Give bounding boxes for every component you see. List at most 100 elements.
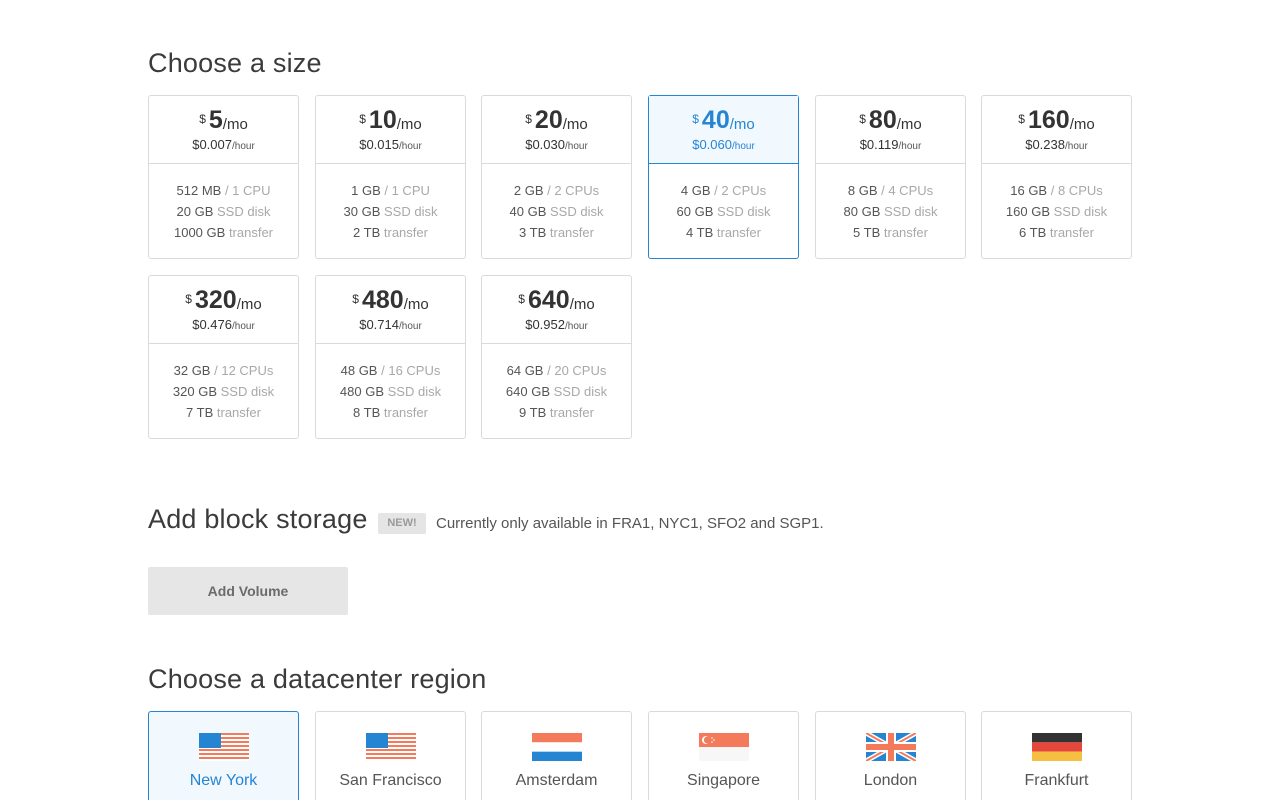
monthly-amount: 40: [701, 106, 730, 134]
per-hour-label: /hour: [564, 141, 588, 152]
size-card-10[interactable]: $ 10 /mo $0.015/hour 1 GB / 1 CPU 30 GB …: [315, 95, 466, 259]
memory-value: 512 MB: [176, 183, 222, 198]
memory-cpu-spec: 48 GB / 16 CPUs: [316, 360, 465, 381]
transfer-value: 6 TB: [1019, 225, 1047, 240]
monthly-amount: 5: [208, 106, 223, 134]
memory-cpu-spec: 16 GB / 8 CPUs: [982, 180, 1131, 201]
region-card-frankfurt[interactable]: Frankfurt: [981, 711, 1132, 800]
disk-label: SSD disk: [387, 384, 442, 399]
monthly-price: $ 480 /mo: [316, 286, 465, 316]
size-specs: 32 GB / 12 CPUs 320 GB SSD disk 7 TB tra…: [149, 344, 298, 423]
transfer-spec: 1000 GB transfer: [149, 222, 298, 243]
monthly-price: $ 640 /mo: [482, 286, 631, 316]
per-month-label: /mo: [403, 296, 429, 313]
size-card-header: $ 480 /mo $0.714/hour: [316, 276, 465, 344]
currency-symbol: $: [859, 112, 866, 126]
hourly-price: $0.015/hour: [316, 137, 465, 152]
monthly-price: $ 320 /mo: [149, 286, 298, 316]
size-card-header: $ 320 /mo $0.476/hour: [149, 276, 298, 344]
disk-spec: 640 GB SSD disk: [482, 381, 631, 402]
per-hour-label: /hour: [231, 141, 255, 152]
region-card-singapore[interactable]: Singapore: [648, 711, 799, 800]
memory-cpu-spec: 2 GB / 2 CPUs: [482, 180, 631, 201]
disk-spec: 80 GB SSD disk: [816, 201, 965, 222]
memory-value: 1 GB: [351, 183, 381, 198]
memory-cpu-spec: 1 GB / 1 CPU: [316, 180, 465, 201]
add-volume-button[interactable]: Add Volume: [148, 567, 348, 615]
disk-value: 80 GB: [843, 204, 881, 219]
monthly-price: $ 40 /mo: [649, 106, 798, 136]
size-specs: 16 GB / 8 CPUs 160 GB SSD disk 6 TB tran…: [982, 164, 1131, 243]
region-card-san-francisco[interactable]: San Francisco: [315, 711, 466, 800]
per-hour-label: /hour: [398, 141, 422, 152]
size-card-320[interactable]: $ 320 /mo $0.476/hour 32 GB / 12 CPUs 32…: [148, 275, 299, 439]
hourly-amount: $0.015: [359, 137, 399, 152]
per-hour-label: /hour: [564, 321, 588, 332]
region-name: San Francisco: [339, 772, 442, 789]
per-hour-label: /hour: [1064, 141, 1088, 152]
disk-spec: 30 GB SSD disk: [316, 201, 465, 222]
per-hour-label: /hour: [731, 141, 755, 152]
currency-symbol: $: [525, 112, 532, 126]
size-card-header: $ 40 /mo $0.060/hour: [649, 96, 798, 164]
disk-spec: 20 GB SSD disk: [149, 201, 298, 222]
region-section-title: Choose a datacenter region: [148, 664, 487, 694]
size-specs: 48 GB / 16 CPUs 480 GB SSD disk 8 TB tra…: [316, 344, 465, 423]
disk-spec: 480 GB SSD disk: [316, 381, 465, 402]
transfer-value: 3 TB: [519, 225, 547, 240]
per-hour-label: /hour: [898, 141, 922, 152]
region-card-london[interactable]: London: [815, 711, 966, 800]
per-hour-label: /hour: [231, 321, 255, 332]
transfer-value: 8 TB: [353, 405, 381, 420]
region-name: Frankfurt: [1024, 772, 1089, 789]
monthly-amount: 320: [194, 286, 237, 314]
transfer-spec: 8 TB transfer: [316, 402, 465, 423]
transfer-value: 7 TB: [186, 405, 214, 420]
disk-label: SSD disk: [220, 384, 275, 399]
cpu-value: / 4 CPUs: [881, 183, 934, 198]
monthly-price: $ 10 /mo: [316, 106, 465, 136]
size-card-header: $ 20 /mo $0.030/hour: [482, 96, 631, 164]
size-card-160[interactable]: $ 160 /mo $0.238/hour 16 GB / 8 CPUs 160…: [981, 95, 1132, 259]
new-badge: NEW!: [378, 513, 426, 534]
transfer-spec: 5 TB transfer: [816, 222, 965, 243]
transfer-label: transfer: [716, 225, 761, 240]
us-flag-icon: [366, 733, 416, 761]
size-card-20[interactable]: $ 20 /mo $0.030/hour 2 GB / 2 CPUs 40 GB…: [481, 95, 632, 259]
monthly-amount: 160: [1027, 106, 1070, 134]
disk-label: SSD disk: [884, 204, 938, 219]
size-card-5[interactable]: $ 5 /mo $0.007/hour 512 MB / 1 CPU 20 GB…: [148, 95, 299, 259]
hourly-price: $0.007/hour: [149, 137, 298, 152]
per-month-label: /mo: [222, 116, 248, 133]
disk-value: 160 GB: [1005, 204, 1050, 219]
size-card-640[interactable]: $ 640 /mo $0.952/hour 64 GB / 20 CPUs 64…: [481, 275, 632, 439]
transfer-value: 9 TB: [519, 405, 547, 420]
sg-flag-icon: [699, 733, 749, 761]
per-month-label: /mo: [1069, 116, 1095, 133]
region-card-new-york[interactable]: New York: [148, 711, 299, 800]
disk-label: SSD disk: [717, 204, 771, 219]
disk-value: 30 GB: [343, 204, 381, 219]
storage-availability-note: Currently only available in FRA1, NYC1, …: [436, 515, 824, 532]
cpu-value: / 2 CPUs: [547, 183, 600, 198]
cpu-value: / 2 CPUs: [714, 183, 767, 198]
size-specs: 4 GB / 2 CPUs 60 GB SSD disk 4 TB transf…: [649, 164, 798, 243]
size-card-480[interactable]: $ 480 /mo $0.714/hour 48 GB / 16 CPUs 48…: [315, 275, 466, 439]
transfer-label: transfer: [1049, 225, 1094, 240]
disk-spec: 320 GB SSD disk: [149, 381, 298, 402]
nl-flag-icon: [532, 733, 582, 761]
memory-cpu-spec: 4 GB / 2 CPUs: [649, 180, 798, 201]
size-card-header: $ 160 /mo $0.238/hour: [982, 96, 1131, 164]
memory-cpu-spec: 32 GB / 12 CPUs: [149, 360, 298, 381]
memory-cpu-spec: 8 GB / 4 CPUs: [816, 180, 965, 201]
region-card-amsterdam[interactable]: Amsterdam: [481, 711, 632, 800]
transfer-value: 2 TB: [353, 225, 381, 240]
cpu-value: / 16 CPUs: [381, 363, 441, 378]
transfer-spec: 9 TB transfer: [482, 402, 631, 423]
per-month-label: /mo: [896, 116, 922, 133]
size-card-40[interactable]: $ 40 /mo $0.060/hour 4 GB / 2 CPUs 60 GB…: [648, 95, 799, 259]
transfer-label: transfer: [883, 225, 928, 240]
currency-symbol: $: [352, 292, 359, 306]
transfer-spec: 6 TB transfer: [982, 222, 1131, 243]
size-card-80[interactable]: $ 80 /mo $0.119/hour 8 GB / 4 CPUs 80 GB…: [815, 95, 966, 259]
